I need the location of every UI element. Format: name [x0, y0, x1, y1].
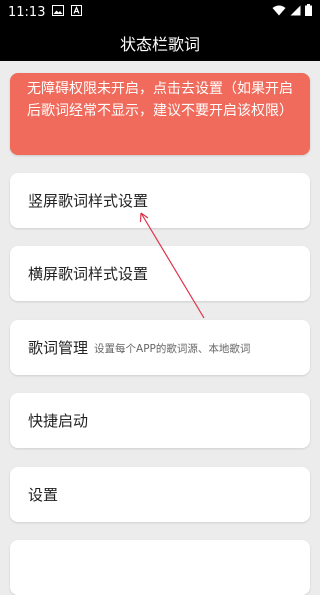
menu-item-label: 快捷启动 — [28, 412, 89, 430]
wifi-icon — [272, 5, 286, 20]
menu-item-label: 竖屏歌词样式设置 — [28, 192, 149, 210]
menu-item-label: 歌词管理 — [28, 339, 89, 357]
menu-item-settings[interactable]: 设置 — [10, 467, 310, 522]
status-bar: 11:13 — [0, 0, 320, 24]
app-bar: 状态栏歌词 — [0, 24, 320, 61]
menu-item-landscape-lyric-style[interactable]: 横屏歌词样式设置 — [10, 246, 310, 301]
signal-icon — [290, 5, 301, 20]
menu-item-quick-launch[interactable]: 快捷启动 — [10, 393, 310, 448]
menu-item-lyric-management[interactable]: 歌词管理 设置每个APP的歌词源、本地歌词 — [10, 320, 310, 375]
accessibility-warning-banner[interactable]: 无障碍权限未开启，点击去设置（如果开启后歌词经常不显示，建议不要开启该权限） — [10, 73, 310, 155]
image-icon — [52, 4, 65, 20]
battery-icon — [305, 4, 312, 20]
menu-item-label: 设置 — [28, 486, 59, 504]
menu-item-label: 横屏歌词样式设置 — [28, 265, 149, 283]
status-bar-left: 11:13 — [8, 4, 83, 20]
app-title: 状态栏歌词 — [119, 34, 200, 54]
a-notification-icon — [71, 4, 83, 20]
menu-item-description: 设置每个APP的歌词源、本地歌词 — [94, 343, 251, 355]
status-time: 11:13 — [8, 4, 46, 20]
status-bar-right — [272, 4, 312, 20]
warning-text: 无障碍权限未开启，点击去设置（如果开启后歌词经常不显示，建议不要开启该权限） — [27, 81, 293, 119]
menu-item-portrait-lyric-style[interactable]: 竖屏歌词样式设置 — [10, 173, 310, 228]
